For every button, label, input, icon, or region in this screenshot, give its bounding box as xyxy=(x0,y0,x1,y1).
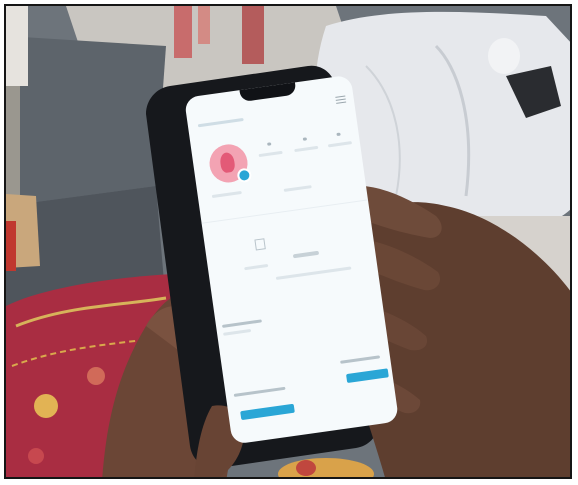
divider xyxy=(201,199,369,224)
profile-name-line xyxy=(211,190,242,199)
chair-leg xyxy=(242,6,264,64)
stat-following[interactable] xyxy=(324,131,353,148)
stat-number xyxy=(336,132,341,137)
bag-knot xyxy=(488,38,520,74)
wall-object xyxy=(6,6,28,86)
rug-flower xyxy=(34,394,58,418)
card-button-right[interactable] xyxy=(346,368,389,384)
rug-flower xyxy=(87,367,105,385)
stat-followers[interactable] xyxy=(291,136,319,153)
section-heading-line xyxy=(221,319,262,328)
profile-icon[interactable] xyxy=(254,238,266,251)
center-sub-line xyxy=(275,266,352,280)
card-text-line xyxy=(233,386,286,397)
profile-caption-line xyxy=(244,263,269,271)
chair-leg xyxy=(174,6,192,58)
app-title-line xyxy=(197,117,244,128)
wall-object-shadow xyxy=(6,86,20,196)
stat-label xyxy=(327,141,353,148)
stat-label xyxy=(294,145,319,153)
card-button-left[interactable] xyxy=(240,403,295,421)
add-icon[interactable] xyxy=(236,167,253,184)
stat-label xyxy=(258,150,283,158)
floor-tile xyxy=(6,36,166,206)
stat-number xyxy=(267,142,272,146)
avatar-figure xyxy=(219,151,236,174)
center-heading-line xyxy=(292,250,320,259)
rug-flower xyxy=(28,448,44,464)
stat-posts[interactable] xyxy=(255,141,283,158)
card-text-line xyxy=(340,355,381,364)
wooden-box-red xyxy=(6,221,16,271)
photo-frame xyxy=(4,4,572,479)
menu-icon[interactable] xyxy=(335,95,347,105)
chair-leg xyxy=(198,6,210,44)
colorful-object-detail xyxy=(296,460,316,476)
section-sub-line xyxy=(223,328,252,336)
edit-profile-line xyxy=(283,185,312,192)
stat-number xyxy=(302,137,308,141)
